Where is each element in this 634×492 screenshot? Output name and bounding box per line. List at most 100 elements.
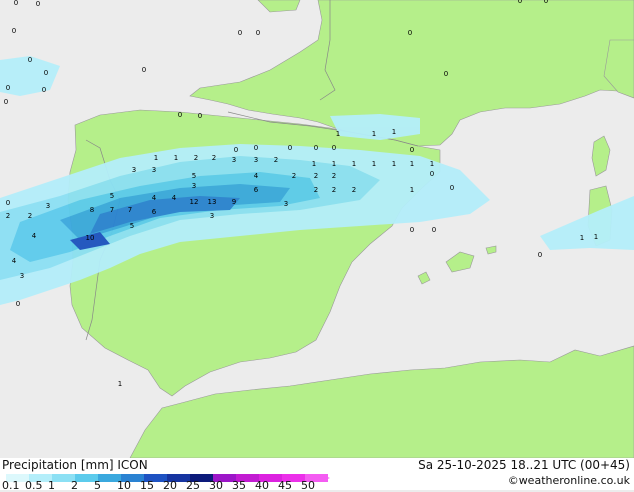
- precip-value-label: 0: [256, 29, 260, 37]
- precip-value-label: 3: [46, 202, 50, 210]
- scale-label: 30: [209, 479, 223, 492]
- precip-value-label: 3: [232, 156, 236, 164]
- precip-value-label: 1: [580, 234, 584, 242]
- precip-value-label: 3: [132, 166, 136, 174]
- precip-value-label: 1: [352, 160, 356, 168]
- precip-value-label: 2: [314, 186, 318, 194]
- precip-value-label: 0: [14, 0, 18, 7]
- precip-value-label: 9: [232, 198, 236, 206]
- precip-value-label: 0: [332, 144, 336, 152]
- precip-value-label: 3: [210, 212, 214, 220]
- precip-value-label: 0: [518, 0, 522, 5]
- precip-value-label: 7: [110, 206, 114, 214]
- precip-value-label: 2: [274, 156, 278, 164]
- precip-value-label: 2: [314, 172, 318, 180]
- precip-value-label: 0: [44, 69, 48, 77]
- precip-value-label: 3: [20, 272, 24, 280]
- precip-value-label: 1: [392, 128, 396, 136]
- precip-value-label: 4: [12, 257, 17, 265]
- precip-value-label: 1: [312, 160, 316, 168]
- scale-label: 1: [48, 479, 55, 492]
- precip-value-label: 1: [154, 154, 158, 162]
- scale-label: 20: [163, 479, 177, 492]
- precip-value-label: 0: [238, 29, 242, 37]
- precip-value-label: 0: [254, 144, 258, 152]
- precip-value-label: 0: [6, 84, 10, 92]
- precip-value-label: 6: [152, 208, 157, 216]
- precip-value-label: 12: [190, 198, 199, 206]
- precip-value-label: 0: [538, 251, 542, 259]
- scale-label: 5: [94, 479, 101, 492]
- precip-value-label: 2: [6, 212, 10, 220]
- precip-value-label: 0: [430, 170, 434, 178]
- scale-label: 45: [278, 479, 292, 492]
- precip-value-label: 1: [174, 154, 178, 162]
- precip-value-label: 5: [130, 222, 134, 230]
- scale-label: 25: [186, 479, 200, 492]
- precip-value-label: 1: [410, 160, 414, 168]
- precip-value-label: 1: [336, 130, 340, 138]
- precip-value-label: 0: [6, 199, 10, 207]
- precip-value-label: 1: [594, 233, 598, 241]
- model-name: ICON: [117, 458, 148, 472]
- precip-value-label: 2: [352, 186, 356, 194]
- precip-value-label: 2: [194, 154, 198, 162]
- scale-label: 0.1: [2, 479, 20, 492]
- precip-value-label: 0: [432, 226, 436, 234]
- precip-value-label: 3: [152, 166, 156, 174]
- precip-value-label: 4: [152, 194, 157, 202]
- precip-value-label: 0: [42, 86, 46, 94]
- precip-value-label: 0: [314, 144, 318, 152]
- precip-value-label: 10: [86, 234, 95, 242]
- precip-value-label: 3: [254, 156, 258, 164]
- precip-value-label: 0: [12, 27, 16, 35]
- precip-value-label: 6: [254, 186, 259, 194]
- precip-value-label: 1: [430, 160, 434, 168]
- color-scale-labels: 0.1 0.5 1 2 5 10 15 20 25 30 35 40 45 50: [0, 479, 340, 492]
- precip-value-label: 1: [372, 160, 376, 168]
- precip-value-label: 0: [16, 300, 20, 308]
- scale-label: 50: [301, 479, 315, 492]
- precip-value-label: 5: [110, 192, 114, 200]
- precipitation-title: Precipitation [mm]: [2, 458, 114, 472]
- precip-value-label: 7: [128, 206, 132, 214]
- precip-value-label: 3: [284, 200, 288, 208]
- precip-value-label: 1: [372, 130, 376, 138]
- precip-value-label: 1: [332, 160, 336, 168]
- precip-value-label: 0: [444, 70, 448, 78]
- precip-value-label: 2: [332, 172, 336, 180]
- scale-label: 15: [140, 479, 154, 492]
- precip-value-label: 4: [32, 232, 37, 240]
- precip-value-label: 4: [254, 172, 259, 180]
- precip-value-label: 0: [4, 98, 8, 106]
- precip-value-label: 0: [408, 29, 412, 37]
- precip-value-label: 5: [192, 172, 196, 180]
- credit-link[interactable]: ©weatheronline.co.uk: [508, 474, 630, 487]
- precip-value-label: 2: [28, 212, 32, 220]
- precip-value-label: 3: [192, 182, 196, 190]
- precip-value-label: 0: [142, 66, 146, 74]
- precipitation-map[interactable]: 0000000000000000000000000000001111111111…: [0, 0, 634, 459]
- precip-value-label: 0: [410, 226, 414, 234]
- scale-label: 2: [71, 479, 78, 492]
- precip-value-label: 2: [332, 186, 336, 194]
- scale-label: 40: [255, 479, 269, 492]
- scale-label: 35: [232, 479, 246, 492]
- precip-value-label: 2: [212, 154, 216, 162]
- precip-value-label: 0: [450, 184, 454, 192]
- scale-label: 10: [117, 479, 131, 492]
- precip-value-label: 0: [198, 112, 202, 120]
- precip-value-label: 1: [118, 380, 122, 388]
- precip-value-label: 8: [90, 206, 94, 214]
- precip-value-label: 1: [392, 160, 396, 168]
- precip-value-label: 0: [544, 0, 548, 5]
- precip-value-label: 1: [410, 186, 414, 194]
- precip-value-label: 0: [28, 56, 32, 64]
- precip-value-label: 0: [234, 146, 238, 154]
- map-title: Precipitation [mm] ICON: [2, 458, 148, 472]
- precip-value-label: 4: [172, 194, 177, 202]
- precip-value-label: 0: [288, 144, 292, 152]
- footer: Precipitation [mm] ICON Sa 25-10-2025 18…: [0, 458, 634, 492]
- precip-value-label: 13: [208, 198, 217, 206]
- precip-value-label: 0: [178, 111, 182, 119]
